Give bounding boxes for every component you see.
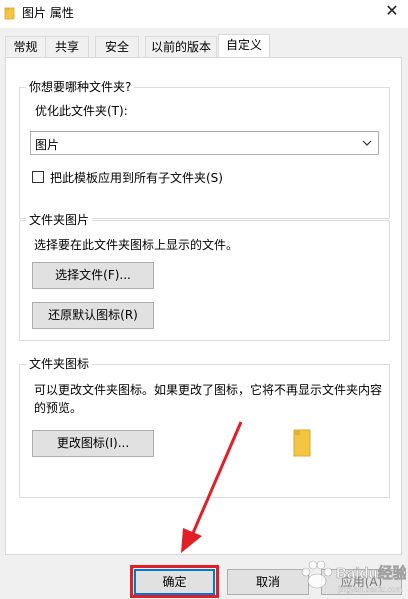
- folder-type-group: 你想要哪种文件夹? 优化此文件夹(T): 图片 把此模板应用到所有子文件夹(S): [19, 79, 390, 219]
- tab-previous-versions[interactable]: 以前的版本: [145, 36, 217, 57]
- folder-icon-group: 文件夹图标 可以更改文件夹图标。如果更改了图标，它将不再显示文件夹内容 的预览。…: [19, 356, 390, 498]
- chevron-down-icon: [362, 140, 372, 146]
- optimize-dropdown-value: 图片: [35, 138, 60, 152]
- change-icon-button[interactable]: 更改图标(I)...: [32, 430, 154, 457]
- tab-sharing[interactable]: 共享: [45, 36, 89, 57]
- folder-picture-description: 选择要在此文件夹图标上显示的文件。: [34, 238, 239, 252]
- tab-customize[interactable]: 自定义: [218, 34, 270, 57]
- folder-icon: [4, 7, 15, 20]
- apply-subfolders-label[interactable]: 把此模板应用到所有子文件夹(S): [50, 169, 223, 186]
- title-bar: 图片 属性 ✕: [0, 0, 408, 28]
- optimize-label: 优化此文件夹(T):: [35, 104, 128, 118]
- choose-file-button[interactable]: 选择文件(F)...: [32, 262, 154, 289]
- folder-icon-description-line1: 可以更改文件夹图标。如果更改了图标，它将不再显示文件夹内容: [34, 383, 383, 397]
- folder-picture-group: 文件夹图片 选择要在此文件夹图标上显示的文件。 选择文件(F)... 还原默认图…: [19, 212, 390, 341]
- tab-security[interactable]: 安全: [95, 36, 139, 57]
- ok-button-highlight: [130, 565, 219, 598]
- folder-icon-group-title: 文件夹图标: [26, 356, 93, 372]
- folder-icon-description-line2: 的预览。: [34, 401, 83, 415]
- svg-text:Baidu经验: Baidu经验: [336, 564, 406, 582]
- restore-default-button[interactable]: 还原默认图标(R): [32, 302, 154, 329]
- folder-type-group-title: 你想要哪种文件夹?: [26, 79, 135, 95]
- folder-picture-group-title: 文件夹图片: [26, 212, 93, 228]
- optimize-dropdown[interactable]: 图片: [30, 131, 379, 155]
- tab-general[interactable]: 常规: [5, 36, 46, 57]
- svg-text:jingyan.baidu.com: jingyan.baidu.com: [337, 585, 403, 594]
- customize-panel: 你想要哪种文件夹? 优化此文件夹(T): 图片 把此模板应用到所有子文件夹(S)…: [5, 57, 402, 555]
- apply-subfolders-checkbox[interactable]: [32, 171, 44, 183]
- close-icon[interactable]: ✕: [382, 2, 402, 20]
- baidu-watermark-logo: Baidu经验 jingyan.baidu.com: [301, 560, 406, 594]
- folder-preview-icon: [293, 429, 311, 457]
- window-title: 图片 属性: [22, 6, 74, 20]
